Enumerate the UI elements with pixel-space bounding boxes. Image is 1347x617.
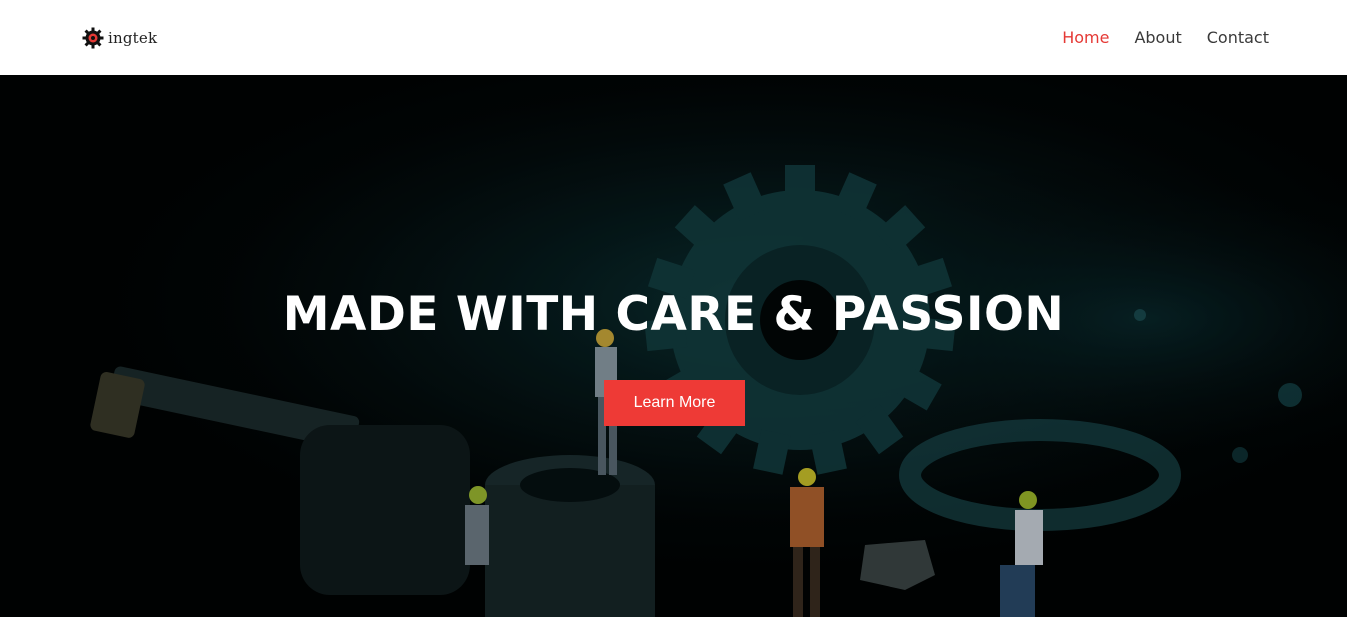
nav-home[interactable]: Home bbox=[1062, 28, 1109, 47]
nav-contact[interactable]: Contact bbox=[1207, 28, 1269, 47]
main-nav: Home About Contact bbox=[1062, 28, 1269, 47]
hero-section: MADE WITH CARE & PASSION Learn More bbox=[0, 75, 1347, 617]
hero-title: MADE WITH CARE & PASSION bbox=[282, 287, 1065, 342]
brand-name: ingtek bbox=[108, 28, 158, 47]
site-header: ingtek Home About Contact bbox=[0, 0, 1347, 75]
logo[interactable]: ingtek bbox=[82, 27, 157, 49]
learn-more-button[interactable]: Learn More bbox=[604, 380, 745, 426]
hero-overlay bbox=[0, 75, 1347, 617]
nav-about[interactable]: About bbox=[1134, 28, 1181, 47]
gear-logo-icon bbox=[82, 27, 104, 49]
